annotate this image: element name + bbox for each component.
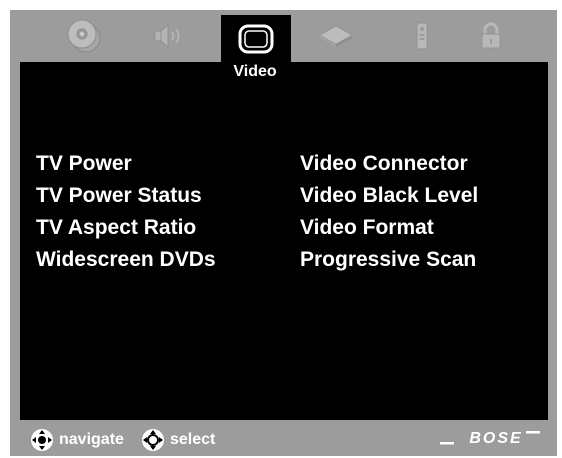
tab-source[interactable] — [316, 16, 356, 56]
tab-audio[interactable] — [148, 16, 188, 56]
menu-list-left: TV Power TV Power Status TV Aspect Ratio… — [36, 148, 216, 276]
cd-tray-icon — [318, 25, 354, 47]
speaker-icon — [154, 23, 180, 49]
select-label: select — [170, 431, 216, 448]
menu-item-tv-aspect-ratio[interactable]: TV Aspect Ratio — [36, 212, 216, 244]
tab-video[interactable] — [221, 15, 291, 63]
footer-bar: navigate select BOSE — [20, 421, 548, 456]
select-hint: select — [141, 428, 215, 452]
tab-remote[interactable] — [402, 16, 442, 56]
remote-icon — [416, 22, 428, 50]
menu-item-video-black-level[interactable]: Video Black Level — [300, 180, 478, 212]
menu-item-widescreen-dvds[interactable]: Widescreen DVDs — [36, 244, 216, 276]
navigate-label: navigate — [59, 431, 124, 448]
lock-icon — [481, 22, 501, 49]
menu-item-progressive-scan[interactable]: Progressive Scan — [300, 244, 478, 276]
select-pad-icon — [142, 429, 164, 451]
tab-disc[interactable] — [64, 16, 104, 56]
menu-item-tv-power[interactable]: TV Power — [36, 148, 216, 180]
menu-tab-bar — [10, 10, 557, 63]
brand-text: BOSE — [469, 430, 522, 447]
menu-list-right: Video Connector Video Black Level Video … — [300, 148, 478, 276]
menu-frame: Video TV Power TV Power Status TV Aspect… — [10, 10, 557, 456]
menu-item-video-format[interactable]: Video Format — [300, 212, 478, 244]
page-title: Video — [233, 63, 277, 80]
tab-lock[interactable] — [471, 16, 511, 56]
tv-icon — [238, 24, 274, 54]
navigate-pad-icon — [31, 429, 53, 451]
menu-item-video-connector[interactable]: Video Connector — [300, 148, 478, 180]
navigate-hint: navigate — [30, 428, 124, 452]
menu-item-tv-power-status[interactable]: TV Power Status — [36, 180, 216, 212]
disc-icon — [67, 19, 101, 53]
bose-logo: BOSE — [440, 430, 540, 447]
